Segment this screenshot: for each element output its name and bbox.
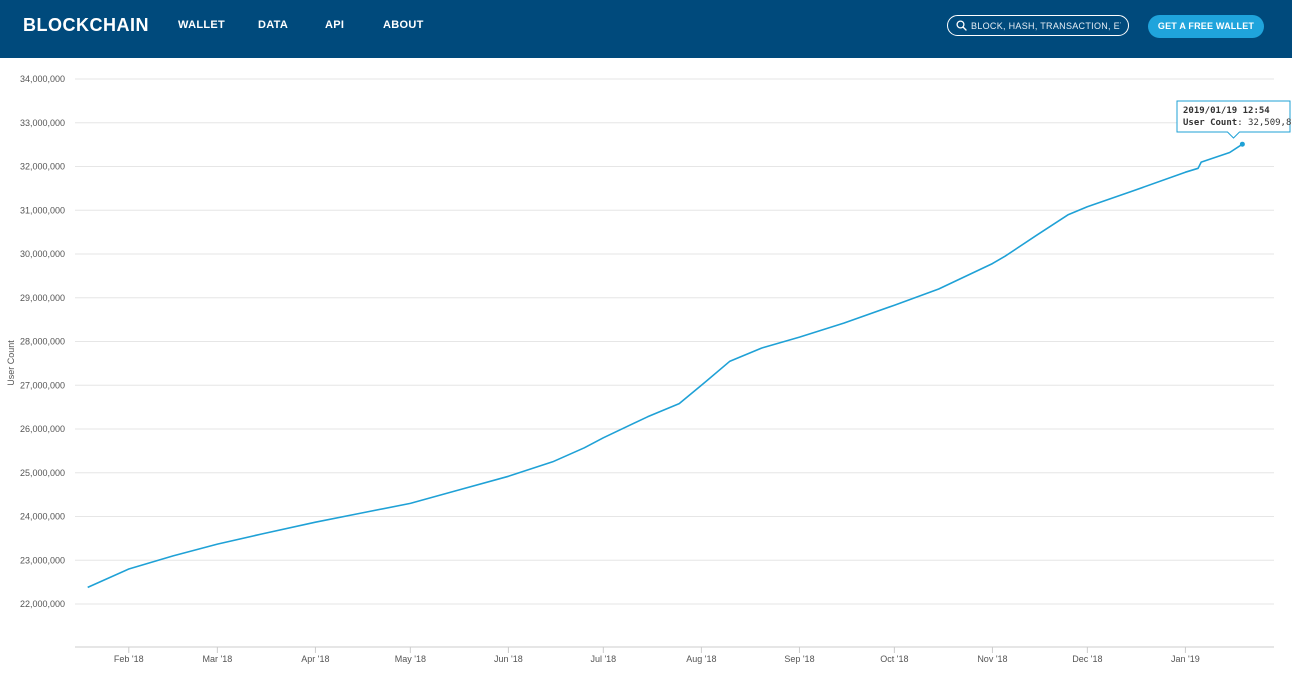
x-tick-label: Nov '18 bbox=[977, 654, 1007, 664]
search-icon bbox=[956, 20, 967, 31]
tooltip-series-label: User Count bbox=[1183, 118, 1237, 128]
x-tick-label: Dec '18 bbox=[1072, 654, 1102, 664]
y-tick-label: 22,000,000 bbox=[20, 599, 65, 609]
nav-api[interactable]: API bbox=[325, 19, 344, 31]
y-tick-label: 25,000,000 bbox=[20, 468, 65, 478]
search-input[interactable] bbox=[971, 17, 1121, 34]
grid bbox=[75, 78, 1274, 605]
x-tick-label: Aug '18 bbox=[686, 654, 716, 664]
navbar: BLOCKCHAIN WALLET DATA API ABOUT GET A F… bbox=[0, 0, 1292, 58]
x-tick-label: Jun '18 bbox=[494, 654, 523, 664]
user-count-chart: 22,000,000 23,000,000 24,000,000 25,000,000… bbox=[6, 74, 1292, 664]
y-tick-label: 33,000,000 bbox=[20, 118, 65, 128]
nav-about[interactable]: ABOUT bbox=[383, 19, 424, 31]
y-tick-label: 23,000,000 bbox=[20, 555, 65, 565]
y-tick-label: 34,000,000 bbox=[20, 74, 65, 84]
nav-wallet[interactable]: WALLET bbox=[178, 19, 225, 31]
y-axis-label: User Count bbox=[6, 340, 16, 386]
y-tick-label: 27,000,000 bbox=[20, 380, 65, 390]
x-tick-label: Jul '18 bbox=[590, 654, 616, 664]
x-tick-label: Jan '19 bbox=[1171, 654, 1200, 664]
y-tick-label: 29,000,000 bbox=[20, 293, 65, 303]
y-tick-label: 26,000,000 bbox=[20, 424, 65, 434]
x-axis: Feb '18 Mar '18 Apr '18 May '18 Jun '18 Jul '… bbox=[75, 646, 1274, 664]
x-tick-label: Apr '18 bbox=[301, 654, 329, 664]
tooltip-value: User Count: 32,509,879 bbox=[1183, 118, 1292, 128]
x-tick-label: Oct '18 bbox=[880, 654, 908, 664]
get-wallet-button[interactable]: GET A FREE WALLET bbox=[1148, 15, 1264, 38]
x-tick-label: Mar '18 bbox=[202, 654, 232, 664]
tooltip-series-value: : 32,509,879 bbox=[1237, 118, 1292, 128]
tooltip: 2019/01/19 12:54 User Count: 32,509,879 bbox=[1176, 100, 1292, 147]
y-axis: 22,000,000 23,000,000 24,000,000 25,000,000… bbox=[20, 74, 65, 609]
y-tick-label: 32,000,000 bbox=[20, 162, 65, 172]
y-tick-label: 31,000,000 bbox=[20, 205, 65, 215]
y-tick-label: 30,000,000 bbox=[20, 249, 65, 259]
logo[interactable]: BLOCKCHAIN bbox=[23, 15, 149, 36]
x-tick-label: Sep '18 bbox=[784, 654, 814, 664]
y-tick-label: 28,000,000 bbox=[20, 337, 65, 347]
tooltip-marker bbox=[1239, 141, 1245, 147]
search-box[interactable] bbox=[947, 15, 1129, 36]
x-tick-label: May '18 bbox=[395, 654, 426, 664]
nav-data[interactable]: DATA bbox=[258, 19, 288, 31]
y-tick-label: 24,000,000 bbox=[20, 512, 65, 522]
x-tick-label: Feb '18 bbox=[114, 654, 144, 664]
tooltip-date: 2019/01/19 12:54 bbox=[1183, 106, 1270, 116]
